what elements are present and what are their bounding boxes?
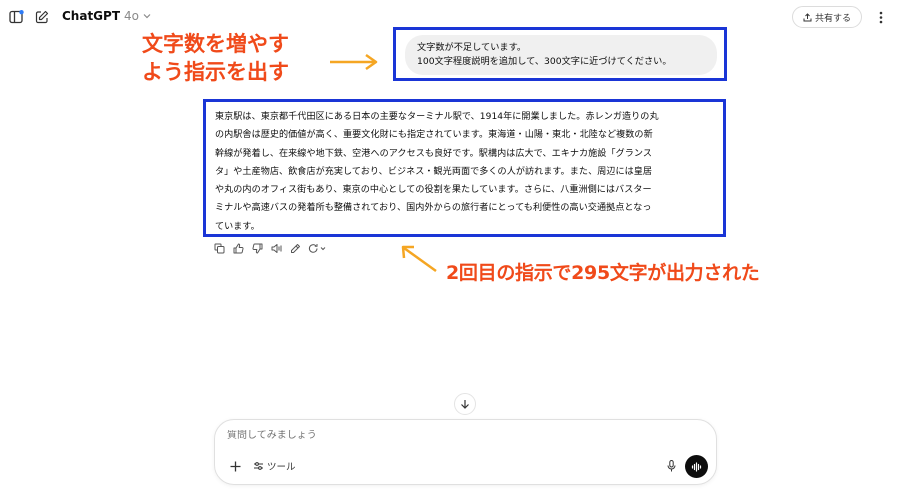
assistant-line: 東京駅は、東京都千代田区にある日本の主要なターミナル駅で、1914年に開業しまし… [215,112,659,122]
share-icon [803,12,812,21]
assistant-message: 東京駅は、東京都千代田区にある日本の主要なターミナル駅で、1914年に開業しまし… [215,108,718,236]
thumbs-up-icon[interactable] [232,242,245,255]
annotation-instruction: 文字数を増やす よう指示を出す [142,30,327,86]
more-vertical-icon [879,11,883,23]
speaker-icon[interactable] [270,242,283,255]
dictate-button[interactable] [663,458,679,474]
assistant-line: や丸の内のオフィス街もあり、東京の中心としての役割を果たしています。さらに、八重… [215,185,652,196]
sidebar-toggle-icon[interactable] [8,9,24,25]
mic-icon [667,460,675,472]
attach-button[interactable] [227,458,243,474]
copy-icon[interactable] [213,242,226,255]
user-message-line: 100文字程度説明を追加して、300文字に近づけてください。 [417,56,672,67]
pen-icon[interactable] [289,242,302,255]
assistant-line: タ」や土産物店、飲食店が充実しており、ビジネス・観光両面で多くの人が訪れます。ま… [215,166,653,177]
plus-icon [230,461,240,471]
tools-button[interactable]: ツール [253,459,296,473]
voice-wave-icon [691,461,702,472]
annotation-arrow-up-left [401,245,437,273]
chevron-down-icon [143,14,151,19]
user-message-highlight: 文字数が不足しています。 100文字程度説明を追加して、300文字に近づけてくだ… [393,27,727,81]
model-version: 4o [124,9,139,23]
assistant-line: ています。 [215,221,260,232]
refresh-icon[interactable] [308,242,328,255]
assistant-line: 幹線が発着し、在来線や地下鉄、空港へのアクセスも良好です。駅構内は広大で、エキナ… [215,148,652,159]
prompt-input[interactable] [227,430,697,441]
user-message-bubble: 文字数が不足しています。 100文字程度説明を追加して、300文字に近づけてくだ… [405,35,717,75]
more-options-button[interactable] [873,9,889,25]
annotation-result: 2回目の指示で295文字が出力された [446,262,760,284]
assistant-line: の内駅舎は歴史的価値が高く、重要文化財にも指定されています。東海道・山陽・東北・… [215,130,653,141]
voice-mode-button[interactable] [685,455,708,478]
message-action-bar [213,242,328,255]
user-message-line: 文字数が不足しています。 [417,42,527,53]
message-composer: ツール [214,419,717,485]
annotation-line-1: 文字数を増やす [142,32,289,56]
thumbs-down-icon[interactable] [251,242,264,255]
new-chat-icon[interactable] [34,9,50,25]
annotation-arrow-right [330,53,378,71]
model-name: ChatGPT [62,9,121,23]
annotation-line-2: よう指示を出す [142,60,289,84]
share-label: 共有する [814,13,851,24]
arrow-down-icon [461,400,469,409]
scroll-to-bottom-button[interactable] [454,393,476,415]
assistant-line: ミナルや高速バスの発着所も整備されており、国内外からの旅行者にとっても利便性の高… [215,203,652,214]
assistant-response-highlight: 東京駅は、東京都千代田区にある日本の主要なターミナル駅で、1914年に開業しまし… [203,99,726,237]
tools-label: ツール [267,462,296,473]
share-button[interactable]: 共有する [792,6,862,28]
model-selector[interactable]: ChatGPT 4o [62,9,151,23]
tools-icon [254,462,263,470]
